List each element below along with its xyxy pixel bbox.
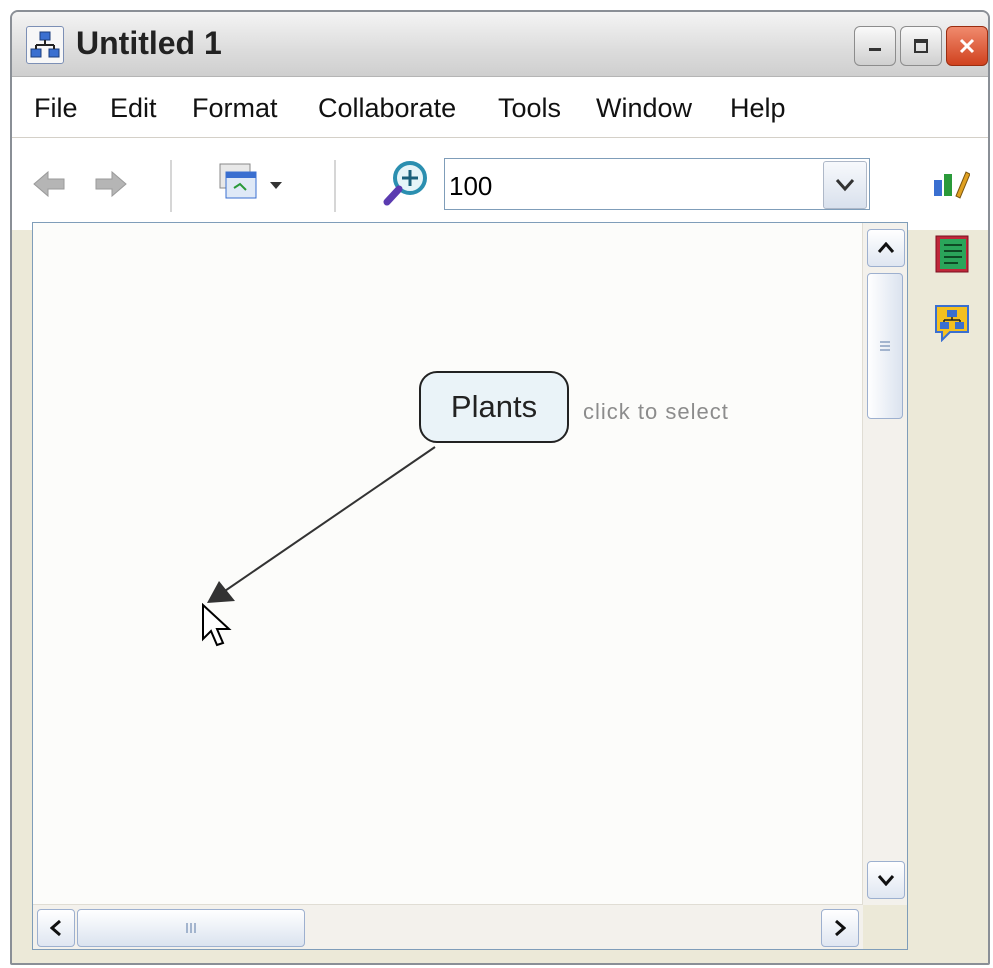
concept-map-canvas[interactable]: Plants click to select [32, 222, 908, 950]
close-icon [959, 38, 975, 54]
close-button[interactable] [946, 26, 988, 66]
concept-map-view-button[interactable] [932, 302, 972, 343]
menu-window[interactable]: Window [596, 93, 692, 124]
menu-file[interactable]: File [34, 93, 78, 124]
chevron-down-icon [835, 179, 855, 192]
scroll-right-button[interactable] [821, 909, 859, 947]
concept-node[interactable]: Plants [419, 371, 569, 443]
styles-pencil-icon [934, 171, 971, 199]
back-arrow-icon [33, 170, 65, 198]
notes-button[interactable] [932, 234, 972, 274]
toolbar-separator [334, 160, 336, 212]
zoom-value[interactable]: 100 [449, 171, 492, 202]
chevron-down-icon [877, 875, 895, 886]
menu-edit[interactable]: Edit [110, 93, 157, 124]
menu-collaborate[interactable]: Collaborate [318, 93, 456, 124]
menu-format[interactable]: Format [192, 93, 278, 124]
scroll-down-button[interactable] [867, 861, 905, 899]
maximize-icon [914, 39, 928, 53]
back-button[interactable] [30, 164, 70, 204]
document-list-icon [935, 235, 969, 273]
styles-button[interactable] [930, 164, 971, 204]
window-layout-icon [219, 163, 282, 199]
app-window: Untitled 1 File Edit Format Collaborate … [10, 10, 990, 965]
forward-button[interactable] [90, 164, 130, 204]
minimize-icon [869, 48, 881, 51]
menu-bar: File Edit Format Collaborate Tools Windo… [12, 77, 988, 138]
link-arrow[interactable] [33, 223, 863, 907]
horizontal-scrollbar[interactable] [33, 904, 863, 949]
vertical-scroll-thumb[interactable] [867, 273, 903, 419]
grip-icon [186, 923, 196, 933]
menu-tools[interactable]: Tools [498, 93, 561, 124]
scroll-up-button[interactable] [867, 229, 905, 267]
horizontal-scroll-thumb[interactable] [77, 909, 305, 947]
chevron-up-icon [877, 242, 895, 253]
app-icon [26, 26, 64, 64]
hint-text: click to select [583, 399, 729, 424]
minimize-button[interactable] [854, 26, 896, 66]
mouse-cursor-icon [202, 603, 232, 647]
grip-icon [880, 341, 890, 351]
forward-arrow-icon [95, 170, 127, 198]
chevron-right-icon [835, 919, 846, 937]
toolbar-separator [170, 160, 172, 212]
zoom-button[interactable] [382, 158, 432, 208]
speech-bubble-map-icon [935, 305, 969, 343]
scroll-left-button[interactable] [37, 909, 75, 947]
scrollbar-corner [863, 905, 907, 949]
window-title: Untitled 1 [76, 25, 222, 61]
view-switcher-button[interactable] [212, 158, 296, 210]
maximize-button[interactable] [900, 26, 942, 66]
toolbar: 100 [12, 138, 988, 230]
zoom-dropdown-button[interactable] [823, 161, 867, 209]
zoom-combobox[interactable]: 100 [444, 158, 870, 210]
chevron-left-icon [50, 919, 61, 937]
vertical-scrollbar[interactable] [862, 223, 907, 905]
zoom-magnifier-icon [383, 161, 427, 206]
menu-help[interactable]: Help [730, 93, 786, 124]
title-bar[interactable]: Untitled 1 [12, 12, 988, 77]
